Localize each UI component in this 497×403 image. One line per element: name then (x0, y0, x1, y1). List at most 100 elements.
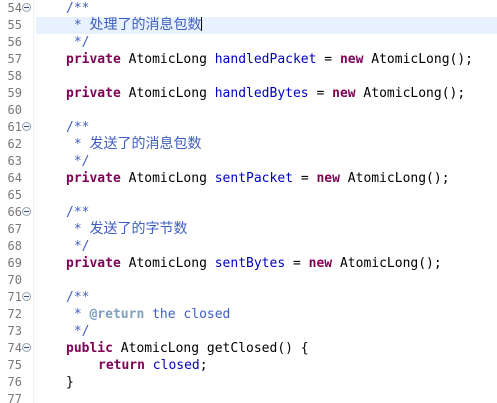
code-line[interactable]: 77 (0, 391, 497, 403)
code-token: AtomicLong (120, 86, 215, 101)
code-token: AtomicLong(); (332, 256, 442, 271)
code-token: */ (66, 239, 90, 254)
code-token: AtomicLong(); (363, 52, 474, 67)
fold-collapse-icon[interactable] (22, 122, 31, 131)
code-line[interactable]: 67 * 发送了的字节数 (0, 221, 497, 238)
code-token: sentBytes (214, 256, 286, 271)
code-token: = (316, 52, 340, 67)
code-text: * 发送了的字节数 (36, 221, 188, 238)
code-text: } (36, 374, 74, 391)
code-text: private AtomicLong sentPacket = new Atom… (36, 170, 450, 187)
code-text: /** (36, 119, 89, 136)
code-text: /** (36, 0, 89, 17)
line-number: 56 (7, 35, 22, 49)
code-text: */ (36, 34, 90, 51)
code-token: * (66, 18, 90, 33)
code-text: private AtomicLong handledPacket = new A… (36, 51, 473, 68)
code-token: */ (66, 154, 90, 169)
line-number: 62 (7, 137, 22, 151)
code-token: private (66, 86, 121, 101)
code-token: private (66, 171, 121, 186)
code-text: private AtomicLong sentBytes = new Atomi… (36, 255, 442, 272)
line-number: 66 (7, 205, 22, 219)
code-token: = (285, 256, 309, 271)
code-line[interactable]: 75 return closed; (0, 357, 497, 374)
code-token: private (66, 256, 121, 271)
code-line[interactable]: 57 private AtomicLong handledPacket = new… (0, 51, 497, 68)
code-line[interactable]: 76} (0, 374, 497, 391)
code-text: /** (36, 204, 89, 221)
line-number: 74 (7, 341, 22, 355)
code-line[interactable]: 62 * 发送了的消息包数 (0, 136, 497, 153)
code-line[interactable]: 74 public AtomicLong getClosed() { (0, 340, 497, 357)
code-token: the closed (144, 307, 231, 322)
code-text: return closed; (36, 357, 208, 374)
fold-collapse-icon[interactable] (22, 3, 31, 12)
code-line[interactable]: 70 (0, 272, 497, 289)
code-token: AtomicLong (120, 171, 215, 186)
code-token: /** (66, 205, 90, 220)
code-token: = (293, 171, 317, 186)
code-token: } (66, 375, 74, 390)
line-number: 77 (7, 392, 22, 403)
code-line[interactable]: 59 private AtomicLong handledBytes = new … (0, 85, 497, 102)
code-token: closed (152, 358, 200, 373)
fold-collapse-icon[interactable] (22, 343, 31, 352)
code-token: = (308, 86, 333, 101)
code-token: 发送了的消息包数 (89, 136, 202, 152)
code-token: return (98, 358, 145, 373)
code-token: new (339, 52, 364, 67)
line-number: 60 (7, 103, 22, 117)
code-line[interactable]: 64 private AtomicLong sentPacket = new At… (0, 170, 497, 187)
line-number: 69 (7, 256, 22, 270)
code-token: AtomicLong (120, 256, 215, 271)
code-line[interactable]: 54 /** (0, 0, 497, 17)
code-token: * (66, 137, 90, 152)
code-token: new (332, 86, 356, 101)
code-line[interactable]: 71 /** (0, 289, 497, 306)
code-text: * 处理了的消息包数 (36, 17, 203, 34)
fold-collapse-icon[interactable] (22, 207, 31, 216)
code-line[interactable]: 72 * @return the closed (0, 306, 497, 323)
code-line[interactable]: 65 (0, 187, 497, 204)
line-number: 54 (7, 1, 22, 15)
code-line[interactable]: 61 /** (0, 119, 497, 136)
line-number: 63 (7, 154, 22, 168)
code-line[interactable]: 68 */ (0, 238, 497, 255)
text-caret (201, 17, 203, 31)
code-token: */ (66, 324, 90, 339)
code-text: */ (36, 153, 90, 170)
line-number: 59 (7, 86, 22, 100)
line-number: 58 (7, 69, 22, 83)
code-token: /** (66, 290, 90, 305)
code-token: * (66, 307, 90, 322)
code-text: private AtomicLong handledBytes = new At… (36, 85, 465, 102)
code-line[interactable]: 66 /** (0, 204, 497, 221)
code-token: /** (66, 1, 90, 16)
code-line[interactable]: 69 private AtomicLong sentBytes = new Ato… (0, 255, 497, 272)
code-line[interactable]: 60 (0, 102, 497, 119)
code-text: public AtomicLong getClosed() { (36, 340, 309, 357)
code-token: * (66, 222, 90, 237)
fold-collapse-icon[interactable] (22, 292, 31, 301)
code-line[interactable]: 55 * 处理了的消息包数 (0, 17, 497, 34)
code-line[interactable]: 73 */ (0, 323, 497, 340)
code-token: /** (66, 120, 90, 135)
code-editor[interactable]: 54/** 55 * 处理了的消息包数 56 */57 private AtomicL… (0, 0, 497, 403)
code-token: AtomicLong(); (339, 171, 450, 186)
line-number: 65 (7, 188, 22, 202)
line-number: 70 (7, 273, 22, 287)
code-line[interactable]: 58 (0, 68, 497, 85)
code-line[interactable]: 56 */ (0, 34, 497, 51)
code-token: handledPacket (214, 52, 317, 67)
code-line[interactable]: 63 */ (0, 153, 497, 170)
code-token: new (308, 256, 333, 271)
line-number: 67 (7, 222, 22, 236)
code-token: public (66, 341, 113, 356)
